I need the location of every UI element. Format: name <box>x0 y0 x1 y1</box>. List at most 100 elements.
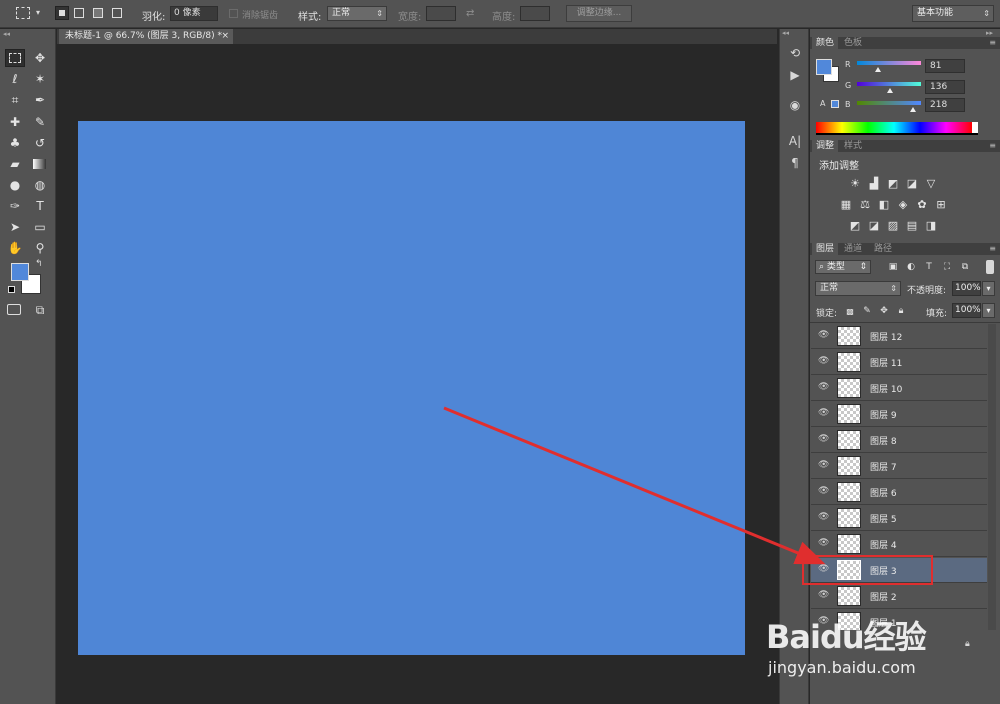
g-slider-thumb[interactable] <box>887 88 893 93</box>
blend-mode-select[interactable]: 正常 <box>815 281 901 296</box>
refine-edge-button[interactable]: 调整边缘... <box>566 5 632 22</box>
tab-adjustments[interactable]: 调整 <box>812 140 839 152</box>
exposure-icon[interactable]: ◪ <box>905 177 919 190</box>
clone-stamp-tool-icon[interactable]: ♣ <box>5 134 25 152</box>
visibility-eye-icon[interactable]: 👁︎ <box>818 512 829 522</box>
visibility-eye-icon[interactable]: 👁︎ <box>818 538 829 548</box>
b-slider[interactable] <box>857 101 921 105</box>
document-canvas[interactable] <box>78 121 745 655</box>
layer-filter-select[interactable]: ⌕ 类型 ⇕ <box>815 260 871 274</box>
preset-dropdown-icon[interactable]: ▾ <box>36 8 40 17</box>
brush-tool-icon[interactable]: ✎ <box>30 113 50 131</box>
lock-transparent-icon[interactable]: ▩ <box>843 305 857 318</box>
g-input[interactable]: 136 <box>925 80 965 94</box>
r-slider-thumb[interactable] <box>875 67 881 72</box>
gradient-tool-icon[interactable] <box>30 155 50 173</box>
visibility-eye-icon[interactable]: 👁︎ <box>818 330 829 340</box>
filter-smart-object-icon[interactable]: ⧉ <box>958 261 972 274</box>
new-selection-icon[interactable] <box>55 6 69 20</box>
swap-colors-icon[interactable]: ↰ <box>35 259 43 269</box>
r-slider[interactable] <box>857 61 921 65</box>
color-panel-foreground-swatch[interactable] <box>816 59 832 75</box>
layer-row[interactable]: 👁︎ 图层 5 <box>811 506 987 531</box>
opacity-dropdown-icon[interactable]: ▾ <box>982 281 995 296</box>
visibility-eye-icon[interactable]: 👁︎ <box>818 434 829 444</box>
path-selection-tool-icon[interactable]: ➤ <box>5 218 25 236</box>
lasso-tool-icon[interactable]: ℓ <box>5 70 25 88</box>
pen-tool-icon[interactable]: ✑ <box>5 197 25 215</box>
antialias-checkbox[interactable] <box>229 9 238 18</box>
color-lookup-icon[interactable]: ⊞ <box>934 198 948 211</box>
eyedropper-tool-icon[interactable]: ✒ <box>30 91 50 109</box>
adjustments-panel-menu-icon[interactable]: ≡ <box>989 140 996 152</box>
move-tool-icon[interactable]: ✥ <box>30 49 50 67</box>
color-balance-icon[interactable]: ⚖ <box>858 198 872 211</box>
type-tool-icon[interactable]: T <box>30 197 50 215</box>
filter-pixel-icon[interactable]: ▣ <box>886 261 900 274</box>
visibility-eye-icon[interactable]: 👁︎ <box>818 356 829 366</box>
b-input[interactable]: 218 <box>925 98 965 112</box>
layer-row[interactable]: 👁︎ 图层 4 <box>811 532 987 557</box>
collapse-toolbar-icon[interactable]: ◂◂ <box>3 30 10 38</box>
tab-layers[interactable]: 图层 <box>812 243 839 255</box>
style-select[interactable]: 正常 <box>327 6 387 21</box>
selective-color-icon[interactable]: ◨ <box>924 219 938 232</box>
layers-scrollbar[interactable] <box>988 324 996 630</box>
levels-icon[interactable]: ▟ <box>867 177 881 190</box>
layers-panel-menu-icon[interactable]: ≡ <box>989 243 996 255</box>
visibility-eye-icon[interactable]: 👁︎ <box>818 590 829 600</box>
filter-toggle-switch[interactable] <box>986 260 994 274</box>
visibility-eye-icon[interactable]: 👁︎ <box>818 408 829 418</box>
paragraph-panel-icon[interactable]: ¶ <box>787 155 803 171</box>
b-slider-thumb[interactable] <box>910 107 916 112</box>
dodge-tool-icon[interactable]: ◍ <box>30 176 50 194</box>
gradient-map-icon[interactable]: ▤ <box>905 219 919 232</box>
lock-position-icon[interactable]: ✥ <box>877 305 891 318</box>
add-selection-icon[interactable] <box>74 8 84 18</box>
marquee-preset-icon[interactable] <box>16 7 30 19</box>
layer-row[interactable]: 👁︎ 图层 7 <box>811 454 987 479</box>
feather-input[interactable]: 0 像素 <box>170 6 218 21</box>
visibility-eye-icon[interactable]: 👁︎ <box>818 460 829 470</box>
threshold-icon[interactable]: ▨ <box>886 219 900 232</box>
layer-row[interactable]: 👁︎ 图层 9 <box>811 402 987 427</box>
web-safe-swatch[interactable] <box>831 100 839 108</box>
layer-row[interactable]: 👁︎ 图层 12 <box>811 324 987 349</box>
hue-saturation-icon[interactable]: ▦ <box>839 198 853 211</box>
zoom-tool-icon[interactable]: ⚲ <box>30 239 50 257</box>
tab-swatches[interactable]: 色板 <box>840 37 866 49</box>
layer-row[interactable]: 👁︎ 图层 10 <box>811 376 987 401</box>
swap-icon[interactable]: ⇄ <box>466 8 474 19</box>
vibrance-icon[interactable]: ▽ <box>924 177 938 190</box>
color-ramp-white[interactable] <box>972 122 978 133</box>
fill-dropdown-icon[interactable]: ▾ <box>982 303 995 318</box>
fill-input[interactable]: 100% <box>952 303 981 318</box>
invert-icon[interactable]: ◩ <box>848 219 862 232</box>
width-input[interactable] <box>426 6 456 21</box>
intersect-selection-icon[interactable] <box>112 8 122 18</box>
default-colors-icon[interactable] <box>8 286 15 293</box>
history-brush-tool-icon[interactable]: ↺ <box>30 134 50 152</box>
document-tab[interactable]: 未标题-1 @ 66.7% (图层 3, RGB/8) * × <box>59 29 233 44</box>
tab-paths[interactable]: 路径 <box>870 243 896 255</box>
curves-icon[interactable]: ◩ <box>886 177 900 190</box>
color-panel-menu-icon[interactable]: ≡ <box>989 37 996 49</box>
filter-shape-icon[interactable]: ⛶ <box>940 261 954 274</box>
info-panel-icon[interactable]: ◉ <box>787 97 803 113</box>
marquee-tool-icon[interactable] <box>5 49 25 67</box>
channel-mixer-icon[interactable]: ✿ <box>915 198 929 211</box>
r-input[interactable]: 81 <box>925 59 965 73</box>
close-tab-icon[interactable]: × <box>221 29 229 44</box>
filter-type-icon[interactable]: T <box>922 261 936 274</box>
healing-brush-tool-icon[interactable]: ✚ <box>5 113 25 131</box>
history-panel-icon[interactable]: ⟲ <box>787 45 803 61</box>
lock-image-icon[interactable]: ✎ <box>860 305 874 318</box>
character-panel-icon[interactable]: A| <box>787 133 803 149</box>
screen-mode-icon[interactable]: ⧉ <box>30 301 50 319</box>
layer-row[interactable]: 👁︎ 图层 11 <box>811 350 987 375</box>
g-slider[interactable] <box>857 82 921 86</box>
tab-color[interactable]: 颜色 <box>812 37 839 49</box>
color-ramp-black[interactable] <box>816 133 978 135</box>
quick-mask-icon[interactable] <box>5 301 25 319</box>
lock-all-icon[interactable]: 🔒︎ <box>894 305 908 318</box>
